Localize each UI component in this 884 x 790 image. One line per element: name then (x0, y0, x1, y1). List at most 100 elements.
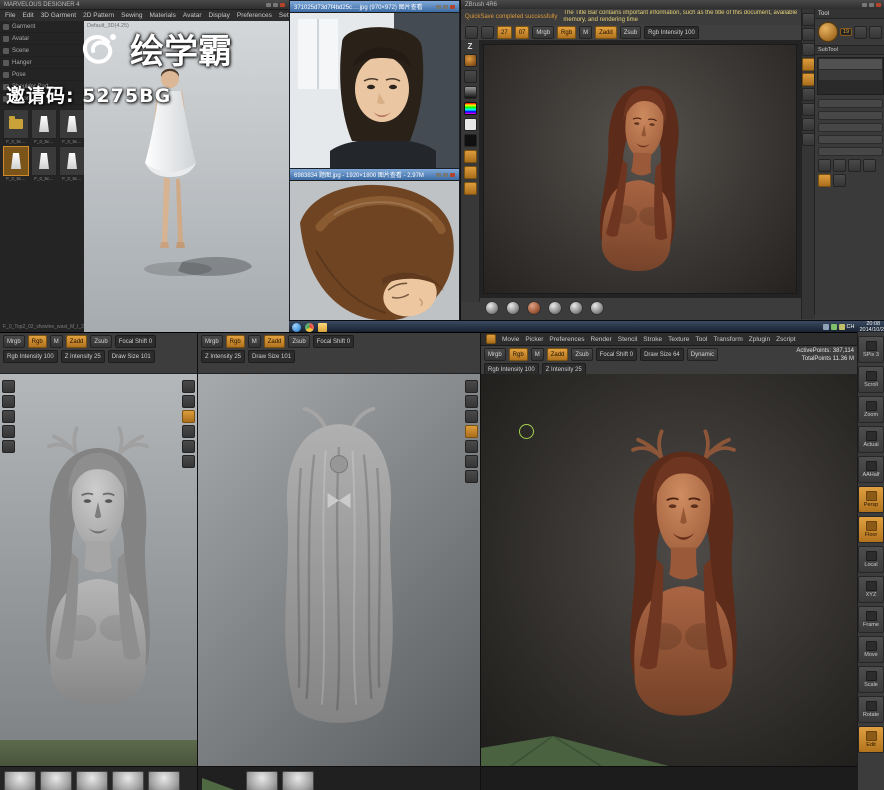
load-tool-icon[interactable] (854, 26, 867, 39)
menu-stroke[interactable]: Stroke (643, 336, 662, 343)
md-menu-sewing[interactable]: Sewing (121, 12, 142, 19)
draw-size-slider[interactable]: Draw Size 101 (248, 350, 295, 363)
rs-scale-button[interactable]: Scale (858, 666, 884, 693)
rgb-button[interactable]: Rgb (226, 335, 245, 348)
subtool-row-selected[interactable] (819, 59, 882, 69)
md-menu-preferences[interactable]: Preferences (237, 12, 272, 19)
md-file-thumb[interactable] (31, 146, 57, 176)
focal-shift-slider[interactable]: Focal Shift 0 (313, 335, 354, 348)
palette-button[interactable] (818, 159, 831, 172)
maximize-icon[interactable] (443, 173, 448, 177)
alpha-icon[interactable] (464, 86, 477, 99)
zadd-button[interactable]: Zadd (547, 348, 569, 361)
shelf-icon[interactable] (465, 455, 478, 468)
current-tool-icon[interactable] (818, 22, 838, 42)
md-file-thumb[interactable] (59, 146, 85, 176)
md-library-item-scene[interactable]: Scene (0, 45, 84, 57)
brush-icon[interactable] (464, 54, 477, 67)
lightbox-thumbnail[interactable] (112, 771, 144, 790)
z-value-chip[interactable]: 07 (515, 26, 530, 39)
canvas-b[interactable] (198, 374, 481, 766)
shelf-icon[interactable] (465, 395, 478, 408)
shelf-icon[interactable] (465, 410, 478, 423)
lightbox-thumbnail[interactable] (148, 771, 180, 790)
close-icon[interactable] (876, 3, 881, 7)
rgb-intensity-slider[interactable]: Rgb Intensity 100 (644, 26, 699, 39)
save-tool-icon[interactable] (869, 26, 882, 39)
rs-xyz-button[interactable]: XYZ (858, 576, 884, 603)
rgb-value-chip[interactable]: 27 (497, 26, 512, 39)
m-button[interactable]: M (248, 335, 261, 348)
md-library-item-hanger[interactable]: Hanger (0, 57, 84, 69)
explorer-folder-icon[interactable] (318, 323, 327, 332)
palette-button[interactable] (833, 159, 846, 172)
md-file-thumb-selected[interactable] (3, 146, 29, 176)
palette-button[interactable] (848, 159, 861, 172)
lightbox-thumbnail[interactable] (4, 771, 36, 790)
md-menu-edit[interactable]: Edit (22, 12, 33, 19)
doc-icon[interactable] (465, 26, 478, 39)
zb-top-canvas[interactable] (479, 40, 801, 298)
rs-aahalf-button[interactable]: AAHalf (858, 456, 884, 483)
md-library-item-avatar[interactable]: Avatar (0, 33, 84, 45)
z-intensity-slider[interactable]: Z Intensity 25 (61, 350, 105, 363)
language-indicator[interactable]: CH (845, 324, 857, 330)
palette-slider[interactable] (818, 147, 883, 156)
md-menu-file[interactable]: File (5, 12, 15, 19)
minimize-icon[interactable] (436, 5, 441, 9)
draw-size-slider[interactable]: Draw Size 101 (108, 350, 155, 363)
md-menu-display[interactable]: Display (209, 12, 230, 19)
menu-zscript[interactable]: Zscript (776, 336, 796, 343)
rgb-intensity-slider[interactable]: Rgb Intensity 100 (3, 350, 58, 363)
mrgb-button[interactable]: Mrgb (3, 335, 25, 348)
material-sphere[interactable] (485, 301, 499, 315)
close-icon[interactable] (450, 173, 455, 177)
shelf-icon[interactable] (465, 425, 478, 438)
md-menu-avatar[interactable]: Avatar (183, 12, 202, 19)
rs-scroll-button[interactable]: Scroll (858, 366, 884, 393)
m-button[interactable]: M (579, 26, 592, 39)
menu-texture[interactable]: Texture (668, 336, 689, 343)
zsub-button[interactable]: Zsub (620, 26, 641, 39)
md-menu-3d-garment[interactable]: 3D Garment (41, 12, 76, 19)
material-sphere[interactable] (569, 301, 583, 315)
lightbox-thumbnail[interactable] (246, 771, 278, 790)
rs-local-button[interactable]: Local (858, 546, 884, 573)
menu-tool[interactable]: Tool (695, 336, 707, 343)
zadd-button[interactable]: Zadd (66, 335, 88, 348)
zsub-button[interactable]: Zsub (288, 335, 309, 348)
zsub-button[interactable]: Zsub (571, 348, 592, 361)
color-picker-icon[interactable] (464, 102, 477, 115)
rs-persp-button[interactable]: Persp (858, 486, 884, 513)
material-sphere[interactable] (590, 301, 604, 315)
rs-zoom-button[interactable]: Zoom (858, 396, 884, 423)
chrome-browser-icon[interactable] (305, 323, 314, 332)
photo1-titlebar[interactable]: 371025d73d7f4bd25c….jpg (970×972) 图片查看 1… (290, 1, 459, 13)
minimize-icon[interactable] (436, 173, 441, 177)
rs-spix-slider[interactable]: SPix 3 (858, 336, 884, 363)
md-file-folder[interactable] (3, 109, 29, 139)
rs-floor-button[interactable]: Floor (858, 516, 884, 543)
rgb-button[interactable]: Rgb (509, 348, 528, 361)
md-library-item-shoulder-pad[interactable]: Shoulder Pad (0, 81, 84, 93)
m-button[interactable]: M (531, 348, 544, 361)
material-sphere[interactable] (527, 301, 541, 315)
rs-move-button[interactable]: Move (858, 636, 884, 663)
maximize-icon[interactable] (273, 3, 278, 7)
close-icon[interactable] (280, 3, 285, 7)
md-file-thumb[interactable] (59, 109, 85, 139)
menu-preferences[interactable]: Preferences (549, 336, 584, 343)
minimize-icon[interactable] (266, 3, 271, 7)
photo2-titlebar[interactable]: 6983834 题图.jpg - 1920×1800 图片查看 - 2.97M … (290, 169, 459, 181)
menu-zplugin[interactable]: Zplugin (749, 336, 770, 343)
z-intensity-slider[interactable]: Z Intensity 25 (201, 350, 245, 363)
md-menu-settings[interactable]: Settings (279, 12, 289, 19)
md-3d-viewport[interactable]: Default_3D(4.25) (84, 21, 289, 332)
lightbox-thumbnail[interactable] (282, 771, 314, 790)
focal-shift-slider[interactable]: Focal Shift 0 (596, 348, 637, 361)
rs-frame-button[interactable]: Frame (858, 606, 884, 633)
md-library-item-garment[interactable]: Garment (0, 21, 84, 33)
palette-slider[interactable] (818, 99, 883, 108)
zadd-button[interactable]: Zadd (264, 335, 286, 348)
m-button[interactable]: M (50, 335, 63, 348)
